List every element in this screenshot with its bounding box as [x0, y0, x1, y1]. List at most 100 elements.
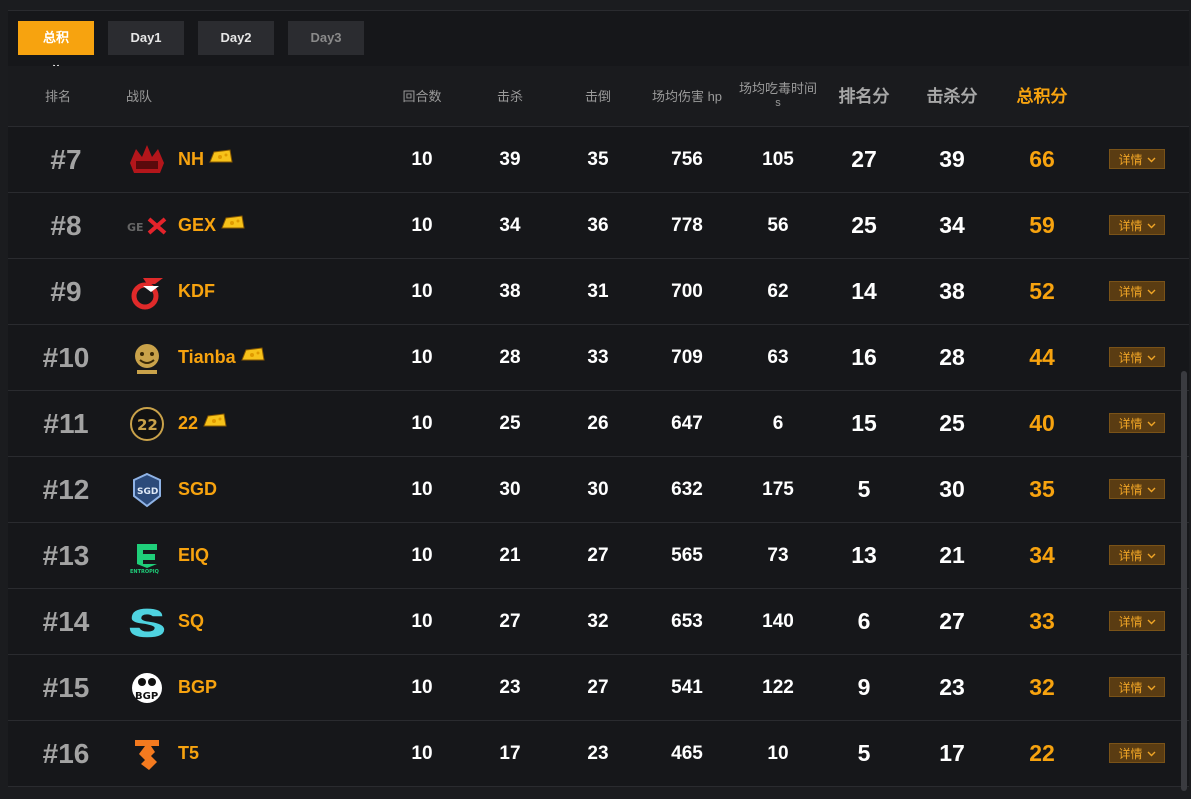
- knocks-cell: 31: [587, 280, 609, 302]
- detail-button[interactable]: 详情: [1109, 611, 1165, 631]
- chevron-down-icon: [1147, 614, 1156, 628]
- t5-logo-icon: [126, 733, 168, 775]
- rank-cell: #12: [42, 473, 90, 505]
- team-cell: ENTROPIQ EIQ: [126, 523, 386, 588]
- detail-button[interactable]: 详情: [1109, 743, 1165, 763]
- cheese-tag-icon: [240, 346, 266, 370]
- chicken-cell: 6: [772, 412, 784, 434]
- chicken-cell: 63: [767, 346, 789, 368]
- rounds-cell: 10: [411, 544, 433, 566]
- dmg-cell: 647: [671, 412, 703, 434]
- detail-button[interactable]: 详情: [1109, 215, 1165, 235]
- detail-button[interactable]: 详情: [1109, 149, 1165, 169]
- 22-logo-icon: 22: [126, 403, 168, 445]
- rank-points-cell: 5: [857, 476, 871, 502]
- rank-points-cell: 15: [851, 410, 877, 436]
- kill-points-cell: 34: [939, 212, 965, 238]
- knocks-cell: 30: [587, 478, 609, 500]
- kills-cell: 23: [499, 676, 521, 698]
- kills-cell: 38: [499, 280, 521, 302]
- rank-cell: #10: [42, 341, 90, 373]
- rank-points-cell: 14: [851, 278, 877, 304]
- scrollbar[interactable]: [1181, 371, 1187, 791]
- table-body: #7 NH 10 39 35 756 105 27 39 66 详情 #8 GE GEX 10…: [8, 127, 1189, 787]
- bgp-logo-icon: BGP: [126, 667, 168, 709]
- header-total-points: 总积分: [1016, 86, 1068, 106]
- rounds-cell: 10: [411, 676, 433, 698]
- chicken-cell: 175: [762, 478, 794, 500]
- total-points-cell: 52: [1029, 278, 1055, 304]
- dmg-cell: 565: [671, 544, 703, 566]
- detail-button[interactable]: 详情: [1109, 347, 1165, 367]
- rounds-cell: 10: [411, 346, 433, 368]
- leaderboard-panel: 总积分 Day1 Day2 Day3 排名 战队 回合数 击杀 击倒 场均伤害 …: [8, 10, 1189, 791]
- tab-total[interactable]: 总积分: [18, 21, 94, 79]
- tab-day1[interactable]: Day1: [108, 21, 184, 55]
- chicken-cell: 73: [767, 544, 789, 566]
- chevron-down-icon: [1147, 746, 1156, 760]
- table-row: #16 T5 10 17 23 465 10 5 17 22 详情: [8, 721, 1189, 787]
- kill-points-cell: 27: [939, 608, 965, 634]
- detail-button[interactable]: 详情: [1109, 677, 1165, 697]
- detail-button[interactable]: 详情: [1109, 479, 1165, 499]
- knocks-cell: 33: [587, 346, 609, 368]
- header-kill-points: 击杀分: [926, 86, 978, 106]
- day-tabs: 总积分 Day1 Day2 Day3: [18, 21, 364, 79]
- knocks-cell: 32: [587, 610, 609, 632]
- team-cell: T5: [126, 721, 386, 786]
- total-points-cell: 66: [1029, 146, 1055, 172]
- team-name: GEX: [178, 215, 217, 235]
- rounds-cell: 10: [411, 742, 433, 764]
- total-points-cell: 22: [1029, 740, 1055, 766]
- total-points-cell: 40: [1029, 410, 1055, 436]
- detail-button[interactable]: 详情: [1109, 545, 1165, 565]
- kills-cell: 21: [499, 544, 521, 566]
- rounds-cell: 10: [411, 412, 433, 434]
- kill-points-cell: 30: [939, 476, 965, 502]
- header-rounds: 回合数: [402, 88, 442, 104]
- tab-day2[interactable]: Day2: [198, 21, 274, 55]
- knocks-cell: 36: [587, 214, 609, 236]
- rank-points-cell: 5: [857, 740, 871, 766]
- dmg-cell: 778: [671, 214, 703, 236]
- svg-text:ENTROPIQ: ENTROPIQ: [130, 569, 159, 574]
- total-points-cell: 44: [1029, 344, 1055, 370]
- rank-cell: #13: [42, 539, 90, 571]
- chicken-cell: 140: [762, 610, 794, 632]
- rounds-cell: 10: [411, 148, 433, 170]
- header-avg-damage: 场均伤害 hp: [651, 88, 723, 104]
- kills-cell: 25: [499, 412, 521, 434]
- kdf-logo-icon: [126, 271, 168, 313]
- total-points-cell: 33: [1029, 608, 1055, 634]
- team-cell: BGP BGP: [126, 655, 386, 720]
- svg-text:22: 22: [137, 416, 158, 434]
- rank-points-cell: 6: [857, 608, 871, 634]
- chevron-down-icon: [1147, 680, 1156, 694]
- rounds-cell: 10: [411, 214, 433, 236]
- tab-day3[interactable]: Day3: [288, 21, 364, 55]
- chevron-down-icon: [1147, 548, 1156, 562]
- rank-cell: #15: [42, 671, 90, 703]
- team-name: BGP: [178, 677, 218, 697]
- header-avg-time: 场均吃毒时间 s: [730, 66, 826, 126]
- rank-cell: #11: [43, 407, 89, 439]
- team-name: EIQ: [178, 545, 210, 565]
- tianba-logo-icon: [126, 337, 168, 379]
- cheese-tag-icon: [220, 214, 246, 238]
- table-row: #9 KDF 10 38 31 700 62 14 38 52 详情: [8, 259, 1189, 325]
- rank-points-cell: 27: [851, 146, 877, 172]
- detail-button[interactable]: 详情: [1109, 413, 1165, 433]
- kill-points-cell: 39: [939, 146, 965, 172]
- kills-cell: 39: [499, 148, 521, 170]
- dmg-cell: 653: [671, 610, 703, 632]
- chevron-down-icon: [1147, 482, 1156, 496]
- knocks-cell: 27: [587, 676, 609, 698]
- team-name: Tianba: [178, 347, 236, 367]
- team-cell: KDF: [126, 259, 386, 324]
- table-header: 排名 战队 回合数 击杀 击倒 场均伤害 hp 场均吃毒时间 s 排名分 击杀分…: [8, 66, 1189, 127]
- detail-button[interactable]: 详情: [1109, 281, 1165, 301]
- dmg-cell: 709: [671, 346, 703, 368]
- chicken-cell: 122: [762, 676, 794, 698]
- header-team: 战队: [126, 88, 153, 104]
- knocks-cell: 23: [587, 742, 609, 764]
